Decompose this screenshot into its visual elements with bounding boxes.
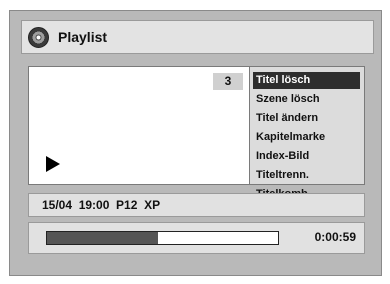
menu-item-titeltrenn[interactable]: Titeltrenn. [253,167,360,184]
title-number-badge: 3 [213,73,243,90]
menu-item-titel-aendern[interactable]: Titel ändern [253,110,360,127]
page-title: Playlist [58,29,108,45]
disc-icon [28,26,49,48]
recording-info: 15/04 19:00 P12 XP [28,193,365,217]
progress-panel: 0:00:59 [28,222,365,254]
menu-item-kapitelmarke[interactable]: Kapitelmarke [253,129,360,146]
playlist-header: Playlist [21,20,374,54]
elapsed-time: 0:00:59 [314,230,356,244]
menu-item-szene-loesch[interactable]: Szene lösch [253,91,360,108]
play-icon [46,156,60,172]
playlist-window: Playlist 3 Titel lösch Szene lösch Titel… [9,10,382,276]
edit-menu: Titel lösch Szene lösch Titel ändern Kap… [250,66,365,200]
menu-item-titel-loesch[interactable]: Titel lösch [253,72,360,89]
menu-item-index-bild[interactable]: Index-Bild [253,148,360,165]
progress-bar [46,231,279,245]
progress-fill [47,232,158,244]
title-preview: 3 [28,66,250,185]
